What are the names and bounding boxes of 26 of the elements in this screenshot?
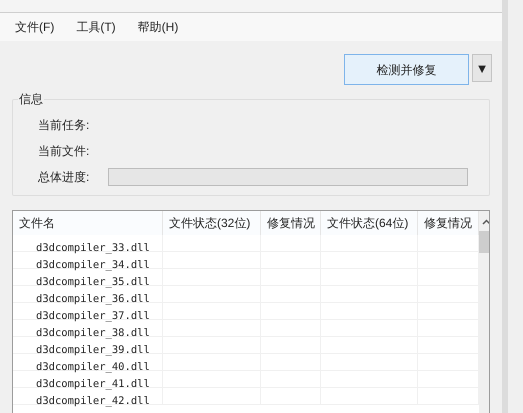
column-header[interactable]: 文件名 (13, 211, 163, 235)
file-name-cell-text: d3dcompiler_41.dll (35, 378, 150, 390)
file-name-cell-text: d3dcompiler_36.dll (35, 293, 150, 305)
file-name-cell-text: d3dcompiler_35.dll (35, 276, 150, 288)
column-header[interactable]: 文件状态(64位) (321, 211, 418, 235)
scroll-up-icon[interactable] (482, 219, 489, 225)
menu-item[interactable]: 文件(F) (15, 18, 54, 36)
field-label: 当前任务: (38, 117, 90, 134)
file-name-cell-text: d3dcompiler_38.dll (35, 327, 150, 339)
menu-item[interactable]: 帮助(H) (138, 18, 178, 36)
column-header[interactable]: 文件状态(32位) (163, 211, 261, 235)
scrollbar[interactable] (479, 211, 489, 413)
dropdown-button[interactable]: ▼ (472, 54, 492, 82)
file-name-cell-text: d3dcompiler_33.dll (35, 242, 150, 254)
file-name-cell-text: d3dcompiler_40.dll (35, 361, 150, 373)
menu-item[interactable]: 工具(T) (76, 18, 116, 36)
file-name-cell-text: d3dcompiler_37.dll (35, 310, 150, 322)
scroll-thumb[interactable] (479, 231, 489, 253)
field-label: 总体进度: (38, 169, 90, 186)
file-name-cell-text: d3dcompiler_39.dll (35, 344, 150, 356)
column-header[interactable]: 修复情况 (261, 211, 321, 235)
group-title: 信息 (18, 91, 44, 107)
field-label: 当前文件: (38, 143, 90, 160)
file-name-cell-text: d3dcompiler_42.dll (35, 395, 150, 407)
detect-repair-button[interactable]: 检测并修复 (344, 54, 469, 85)
file-name-cell-text: d3dcompiler_34.dll (35, 259, 150, 271)
